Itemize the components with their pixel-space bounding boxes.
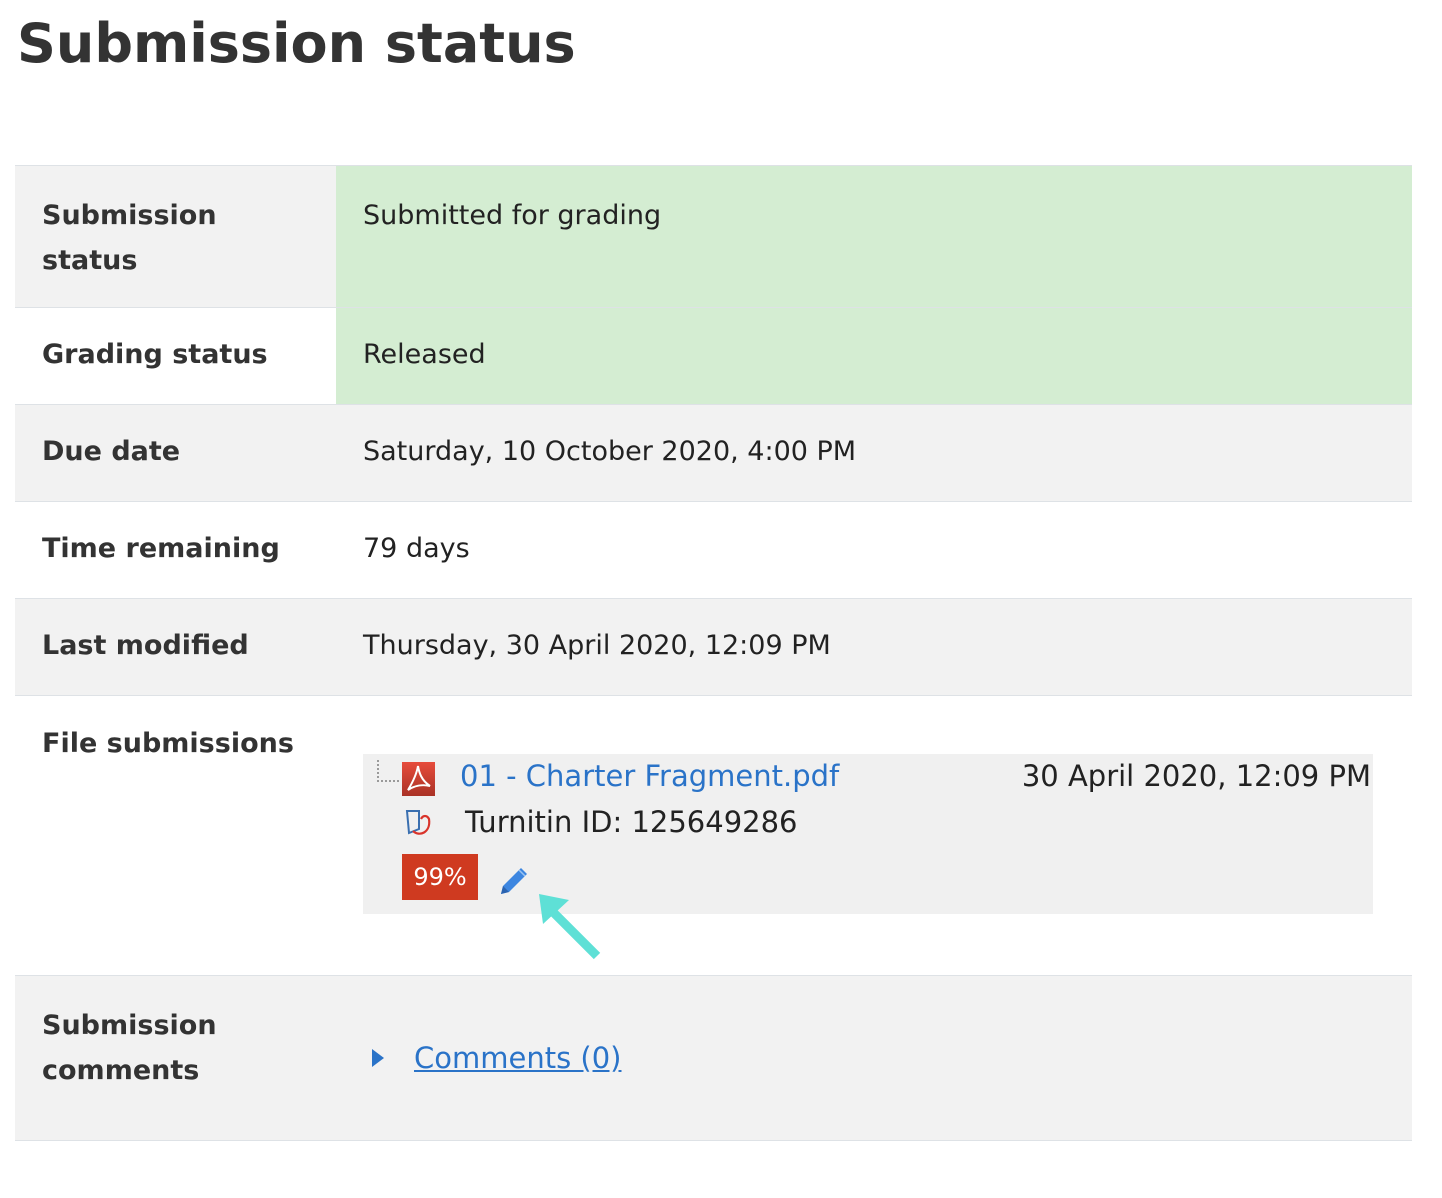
similarity-score-badge[interactable]: 99% — [402, 854, 478, 900]
file-submission-item: 01 - Charter Fragment.pdf 30 April 2020,… — [363, 754, 1373, 914]
time-remaining-label: Time remaining — [42, 533, 280, 564]
comments-link[interactable]: Comments (0) — [414, 1036, 622, 1080]
due-date-value: Saturday, 10 October 2020, 4:00 PM — [363, 436, 857, 467]
grading-status-label: Grading status — [42, 339, 268, 370]
arrow-up-left-icon — [539, 894, 601, 960]
time-remaining-value: 79 days — [363, 533, 470, 564]
row-submission-comments: Submission comments Comments (0) — [15, 976, 1412, 1141]
submission-comments-label: Submission comments — [15, 976, 336, 1140]
submission-status-label: Submission status — [15, 166, 336, 307]
file-link[interactable]: 01 - Charter Fragment.pdf — [460, 754, 839, 798]
row-submission-status: Submission status Submitted for grading — [15, 166, 1412, 308]
submission-comments-label-line1: Submission — [42, 1010, 217, 1041]
comments-toggle[interactable]: Comments (0) — [372, 1036, 622, 1080]
last-modified-label: Last modified — [42, 630, 249, 661]
submission-status-label-line2: status — [42, 245, 138, 276]
pdf-icon — [402, 762, 435, 796]
tree-connector — [377, 760, 399, 782]
file-date: 30 April 2020, 12:09 PM — [1021, 759, 1371, 793]
caret-right-icon[interactable] — [372, 1049, 384, 1067]
row-last-modified: Last modified Thursday, 30 April 2020, 1… — [15, 599, 1412, 696]
row-time-remaining: Time remaining 79 days — [15, 502, 1412, 599]
submission-status-value: Submitted for grading — [336, 166, 1412, 307]
row-grading-status: Grading status Released — [15, 308, 1412, 405]
submission-status-table: Submission status Submitted for grading … — [15, 165, 1412, 1141]
page-title: Submission status — [17, 12, 576, 75]
submission-status-label-line1: Submission — [42, 200, 217, 231]
row-due-date: Due date Saturday, 10 October 2020, 4:00… — [15, 405, 1412, 502]
last-modified-value: Thursday, 30 April 2020, 12:09 PM — [363, 630, 831, 661]
due-date-label: Due date — [42, 436, 181, 467]
turnitin-icon — [405, 810, 431, 835]
file-submissions-label: File submissions — [42, 728, 294, 759]
row-file-submissions: File submissions 01 - Charter Fragment.p… — [15, 696, 1412, 976]
turnitin-id: Turnitin ID: 125649286 — [465, 805, 798, 839]
submission-comments-label-line2: comments — [42, 1055, 200, 1086]
grading-status-value: Released — [336, 308, 1412, 404]
